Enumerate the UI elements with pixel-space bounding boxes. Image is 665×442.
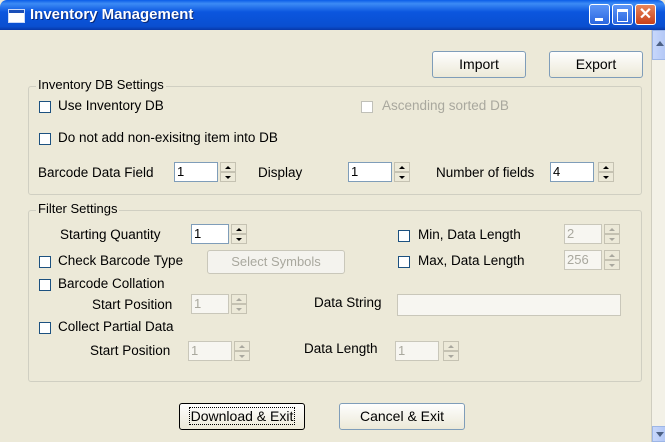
max-data-length-label: Max, Data Length — [418, 253, 525, 268]
data-string-label: Data String — [314, 295, 382, 310]
barcode-collation-checkbox[interactable] — [39, 279, 51, 291]
spin-down-icon[interactable] — [231, 234, 247, 244]
collation-start-position-spinner[interactable]: 1 — [191, 294, 247, 314]
spin-down-icon[interactable] — [604, 234, 620, 244]
minimize-button[interactable] — [589, 4, 610, 25]
use-inventory-db-label: Use Inventory DB — [58, 98, 164, 113]
spin-down-icon[interactable] — [231, 304, 247, 314]
barcode-data-field-spinner[interactable]: 1 — [174, 162, 236, 182]
barcode-data-field-input[interactable]: 1 — [174, 162, 218, 182]
barcode-data-field-label: Barcode Data Field — [38, 165, 154, 180]
min-data-length-arrows[interactable] — [604, 224, 620, 244]
window-title: Inventory Management — [30, 6, 194, 23]
spin-down-icon[interactable] — [443, 351, 459, 361]
app-window-icon — [8, 9, 25, 23]
spin-down-icon[interactable] — [598, 172, 614, 182]
spin-up-icon[interactable] — [598, 162, 614, 172]
barcode-data-field-arrows[interactable] — [220, 162, 236, 182]
display-spinner[interactable]: 1 — [348, 162, 410, 182]
check-barcode-type-checkbox[interactable] — [39, 256, 51, 268]
inventory-db-settings-label: Inventory DB Settings — [36, 77, 166, 92]
display-arrows[interactable] — [394, 162, 410, 182]
no-add-nonexisting-checkbox[interactable] — [39, 133, 51, 145]
spin-up-icon[interactable] — [443, 341, 459, 351]
min-data-length-spinner[interactable]: 2 — [564, 224, 620, 244]
collation-start-position-input[interactable]: 1 — [191, 294, 229, 314]
ascending-sorted-db-checkbox[interactable] — [361, 101, 373, 113]
max-data-length-spinner[interactable]: 256 — [564, 250, 620, 270]
filter-settings-label: Filter Settings — [36, 201, 120, 216]
display-label: Display — [258, 165, 303, 180]
no-add-nonexisting-label: Do not add non-exisitng item into DB — [58, 130, 278, 145]
spin-up-icon[interactable] — [234, 341, 250, 351]
min-data-length-label: Min, Data Length — [418, 227, 521, 242]
partial-start-position-input[interactable]: 1 — [188, 341, 232, 361]
cancel-exit-label: Cancel & Exit — [359, 408, 445, 424]
min-data-length-input[interactable]: 2 — [564, 224, 602, 244]
number-of-fields-label: Number of fields — [436, 165, 535, 180]
scroll-down-icon[interactable] — [652, 426, 665, 442]
title-bar[interactable]: Inventory Management ✕ — [0, 0, 665, 30]
max-data-length-checkbox[interactable] — [398, 256, 410, 268]
number-of-fields-input[interactable]: 4 — [550, 162, 594, 182]
starting-quantity-label: Starting Quantity — [60, 227, 161, 242]
partial-start-position-spinner[interactable]: 1 — [188, 341, 250, 361]
spin-up-icon[interactable] — [231, 224, 247, 234]
spin-up-icon[interactable] — [220, 162, 236, 172]
inventory-management-window: Inventory Management ✕ Import Export Inv… — [0, 0, 665, 442]
collation-start-position-arrows[interactable] — [231, 294, 247, 314]
dialog-body: Import Export Inventory DB Settings Use … — [4, 30, 649, 442]
spin-up-icon[interactable] — [231, 294, 247, 304]
download-exit-button[interactable]: Download & Exit — [179, 403, 305, 430]
starting-quantity-arrows[interactable] — [231, 224, 247, 244]
ascending-sorted-db-label: Ascending sorted DB — [382, 98, 509, 113]
vertical-scrollbar[interactable] — [651, 30, 665, 442]
data-length-label: Data Length — [304, 341, 378, 356]
collation-start-position-label: Start Position — [92, 297, 173, 312]
spin-down-icon[interactable] — [220, 172, 236, 182]
data-string-input[interactable] — [397, 294, 621, 316]
select-symbols-button[interactable]: Select Symbols — [207, 250, 345, 274]
starting-quantity-input[interactable]: 1 — [191, 224, 229, 244]
import-button-label: Import — [459, 56, 499, 72]
check-barcode-type-label: Check Barcode Type — [58, 253, 184, 268]
select-symbols-label: Select Symbols — [231, 254, 321, 269]
spin-up-icon[interactable] — [394, 162, 410, 172]
min-data-length-checkbox[interactable] — [398, 230, 410, 242]
data-length-arrows[interactable] — [443, 341, 459, 361]
spin-down-icon[interactable] — [234, 351, 250, 361]
scroll-up-icon[interactable] — [652, 30, 665, 60]
export-button-label: Export — [575, 56, 617, 72]
data-length-input[interactable]: 1 — [395, 341, 439, 361]
spin-down-icon[interactable] — [394, 172, 410, 182]
max-data-length-input[interactable]: 256 — [564, 250, 602, 270]
display-input[interactable]: 1 — [348, 162, 392, 182]
collect-partial-data-label: Collect Partial Data — [58, 319, 174, 334]
maximize-button[interactable] — [612, 4, 633, 25]
spin-down-icon[interactable] — [604, 260, 620, 270]
use-inventory-db-checkbox[interactable] — [39, 101, 51, 113]
close-icon: ✕ — [638, 6, 653, 23]
partial-start-position-label: Start Position — [90, 343, 171, 358]
partial-start-position-arrows[interactable] — [234, 341, 250, 361]
data-length-spinner[interactable]: 1 — [395, 341, 459, 361]
spin-up-icon[interactable] — [604, 224, 620, 234]
download-exit-label: Download & Exit — [188, 407, 296, 425]
collect-partial-data-checkbox[interactable] — [39, 322, 51, 334]
cancel-exit-button[interactable]: Cancel & Exit — [339, 403, 465, 430]
starting-quantity-spinner[interactable]: 1 — [191, 224, 247, 244]
max-data-length-arrows[interactable] — [604, 250, 620, 270]
number-of-fields-arrows[interactable] — [598, 162, 614, 182]
import-button[interactable]: Import — [432, 51, 526, 78]
number-of-fields-spinner[interactable]: 4 — [550, 162, 614, 182]
close-button[interactable]: ✕ — [635, 4, 656, 25]
barcode-collation-label: Barcode Collation — [58, 276, 165, 291]
export-button[interactable]: Export — [549, 51, 643, 78]
spin-up-icon[interactable] — [604, 250, 620, 260]
